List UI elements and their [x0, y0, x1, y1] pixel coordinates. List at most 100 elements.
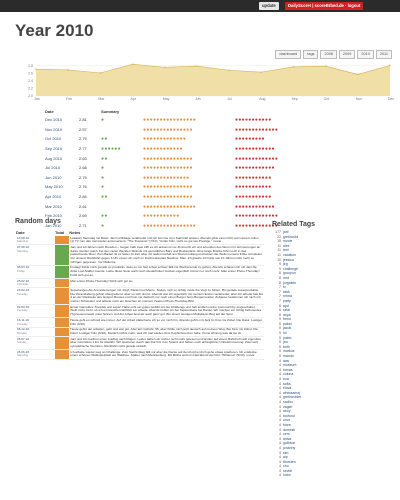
tag-link[interactable]: sadhu [283, 400, 293, 404]
summary-date-link[interactable]: Mar 2010 [44, 201, 78, 211]
tag-link[interactable]: patric [283, 336, 292, 340]
summary-date-link[interactable]: Jun 2010 [44, 173, 78, 183]
day-weekday: Monday [17, 330, 27, 335]
summary-date-link[interactable]: Sep 2010 [44, 144, 78, 154]
tag-link[interactable]: party [283, 299, 291, 303]
summary-row: Aug 2010 2.63 ●● ●●●●●●●●●●●●●●● ●●●●●●●●●●●… [44, 153, 344, 163]
tag-link[interactable]: jani [283, 230, 288, 234]
tag-link[interactable]: rafal [283, 308, 290, 312]
day-total-indicator [54, 349, 70, 360]
tag-link[interactable]: mrd [283, 276, 289, 280]
red-dots: ●●●●●●●●●●●●● [235, 213, 279, 220]
tag-link[interactable]: coluna [283, 372, 293, 376]
tag-link[interactable]: markus [283, 349, 294, 353]
tag-link[interactable]: wisk [283, 290, 290, 294]
tag-link[interactable]: benu [283, 317, 291, 321]
day-weekday: Sunday [17, 340, 27, 345]
tag-link[interactable]: birth [283, 345, 290, 349]
tag-link[interactable]: guildvar [283, 441, 295, 445]
tag-link[interactable]: movie [283, 239, 292, 243]
tag-link[interactable]: challenge [283, 267, 298, 271]
tag-link[interactable]: jan [283, 340, 288, 344]
tag-link[interactable]: groupon [283, 271, 296, 275]
red-dots: ●●●●●●●●●●● [235, 117, 272, 124]
summary-date-link[interactable]: Apr 2010 [44, 192, 78, 202]
green-dots: ●● [101, 136, 108, 143]
day-total-indicator [54, 336, 70, 351]
tag-link[interactable]: tv [283, 285, 286, 289]
tag-link[interactable]: neoy [283, 409, 291, 413]
day-weekday: Thursday [17, 282, 29, 287]
tag-link[interactable]: awc [283, 359, 289, 363]
update-button[interactable]: update [259, 2, 279, 10]
header-notes: Notes [69, 230, 81, 235]
tag-link[interactable]: toofood [283, 414, 295, 418]
summary-dots: ●●●●●●●●●●●●●●●●●●●●●●●●●● [100, 211, 344, 221]
summary-dots: ●●●●●●●●●●●●●●●●●●●●●●●●●●●● [100, 115, 344, 125]
tag-link[interactable]: thorsten [283, 460, 296, 464]
tag-link[interactable]: jacob [283, 326, 291, 330]
tag-link[interactable]: marcto [283, 354, 294, 358]
day-notes: Ich arbeite wieder weg an Challenge. Zum… [69, 349, 264, 360]
tag-link[interactable]: sevidi [283, 469, 292, 473]
user-logout-button[interactable]: DailyScore! | scoreBrbed.de · logout [285, 2, 364, 10]
summary-date-link[interactable]: Aug 2010 [44, 153, 78, 163]
tag-link[interactable]: aniva [283, 437, 291, 441]
summary-date-link[interactable]: Dec 2010 [44, 115, 78, 125]
summary-dots: ●● ●●●●●●●●●●●●● ●●●●●●●●● [100, 134, 344, 144]
summary-date-link[interactable]: May 2010 [44, 182, 78, 192]
tag-link[interactable]: jessica [283, 258, 294, 262]
day-date-cell: 16.11.10 Tuesday [16, 317, 55, 328]
orange-dots: ●●●●●●●●●●●●●●● [143, 184, 193, 191]
tag-link[interactable]: sofia [283, 382, 290, 386]
day-notes: Laaaazy Samstag mit Rater. Jani ist Mitt… [69, 236, 264, 246]
summary-row: Dec 2010 2.81 ● ●●●●●●●●●●●●●●●● ●●●●●●●●●●● [44, 115, 344, 125]
chart-point [292, 66, 295, 68]
tag-link[interactable]: jonanny [283, 446, 295, 450]
day-notes: Erster GameDev-Tuesday war super! Habe e… [69, 304, 264, 319]
chart-month-label: Aug [259, 97, 266, 101]
tag-link[interactable]: apd [283, 304, 289, 308]
header-summary: Summary [101, 109, 120, 114]
summary-date-link[interactable]: Nov 2010 [44, 125, 78, 135]
tag-link[interactable]: eva [283, 377, 289, 381]
tag-link[interactable]: gretinvoldet [283, 395, 301, 399]
tag-link[interactable]: elova [283, 386, 291, 390]
day-date-cell: 05.03.10 Friday [16, 265, 55, 280]
tag-link[interactable]: text [283, 248, 289, 252]
chart-month-label: Mar [98, 97, 105, 101]
tag-link[interactable]: biore [283, 423, 291, 427]
orange-dots: ●●●●●●●●●●●●●●● [143, 155, 193, 162]
tag-link[interactable]: kim [283, 451, 288, 455]
tag-link[interactable]: zagier [283, 405, 293, 409]
summary-date-link[interactable]: Jul 2010 [44, 163, 78, 173]
tag-link[interactable]: museum [283, 363, 296, 367]
tag-link[interactable]: dominik [283, 428, 295, 432]
tag-link[interactable]: pabel [283, 322, 292, 326]
summary-dots: ●●●●●●●●●●●●●●●●●●●●●●●●●●●● [100, 125, 344, 135]
tag-link[interactable]: anya [283, 313, 291, 317]
tag-link[interactable]: hil [283, 331, 287, 335]
tag-link[interactable]: alp [283, 455, 288, 459]
tag-link[interactable]: alex [283, 244, 289, 248]
tag-link[interactable]: jorgstein [283, 281, 296, 285]
tag-link[interactable]: gretinvold [283, 235, 298, 239]
tag-link[interactable]: tomas [283, 368, 293, 372]
tag-link[interactable]: cem [283, 432, 290, 436]
summary-date-link[interactable]: Oct 2010 [44, 134, 78, 144]
tag-link[interactable]: onur [283, 418, 290, 422]
tag-link[interactable]: vacation [283, 253, 296, 257]
summary-score: 2.79 [79, 174, 87, 180]
tag-link[interactable]: chu [283, 464, 289, 468]
tag-link[interactable]: hidor [283, 473, 291, 477]
summary-dots: ●●●●●●●●●●●●●●●●●●●●●●●●●●●●●● [100, 144, 344, 154]
tag-link[interactable]: jirg [283, 262, 288, 266]
random-day-row: 05.03.10 Friday Freitag! Fühle mich gerade… [16, 265, 264, 280]
chart-month-label: Dec [388, 97, 395, 101]
day-date-cell: 14.08.10 Saturday [16, 236, 55, 246]
tag-link[interactable]: mrma [283, 294, 292, 298]
day-notes: Jani und ich fahren nach Dresden – Gegen… [69, 244, 264, 266]
tag-link[interactable]: whitraamaj [283, 391, 300, 395]
red-dots: ●●●●●●●●● [235, 136, 265, 143]
chart-ytick-label: 2.0 [28, 94, 33, 98]
